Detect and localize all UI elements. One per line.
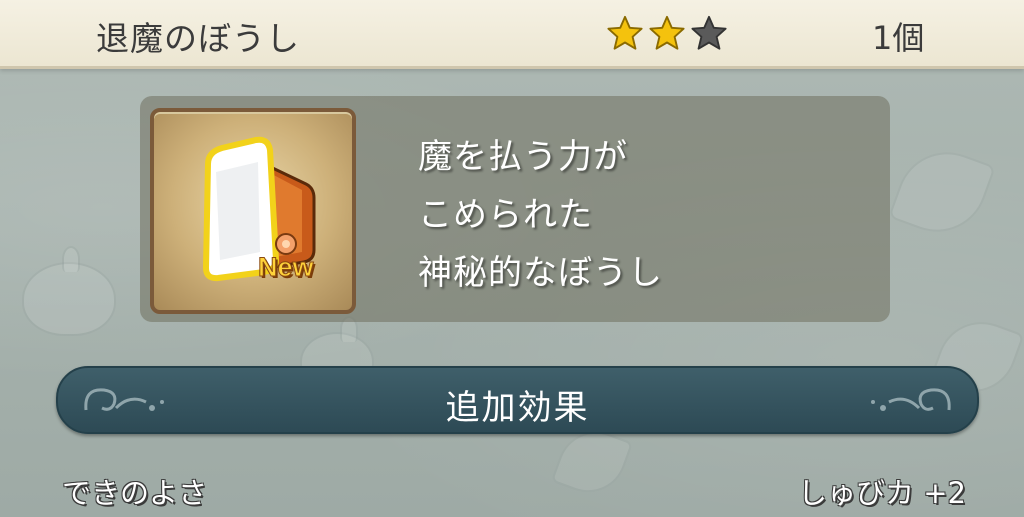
- new-badge: New: [258, 252, 315, 283]
- item-icon-frame: New: [150, 108, 356, 314]
- item-name: 退魔のぼうし: [96, 19, 300, 58]
- description-line: 魔を払う力が: [418, 137, 628, 177]
- description-line: こめられた: [418, 195, 593, 235]
- item-header-bar: 退魔のぼうし 1個: [0, 0, 1024, 69]
- star-empty-icon: [691, 15, 727, 50]
- item-description: 魔を払う力が こめられた 神秘的なぼうし: [418, 128, 663, 302]
- quality-label: できのよさ: [62, 476, 208, 510]
- item-detail-screen: 退魔のぼうし 1個 New 魔を払う力が こめられた 神秘的なぼうし 追加効果 …: [0, 0, 1024, 517]
- additional-effects-banner: 追加効果: [56, 366, 979, 434]
- star-filled-icon: [607, 15, 643, 50]
- item-quantity: 1個: [872, 19, 925, 57]
- defense-bonus-value: しゅびカ +2: [798, 476, 966, 510]
- section-title: 追加効果: [445, 388, 590, 428]
- background-slime-decoration: [22, 246, 116, 336]
- description-line: 神秘的なぼうし: [418, 253, 663, 293]
- scroll-ornament-icon: [871, 388, 951, 411]
- background-leaf-decoration: [888, 138, 996, 246]
- star-filled-icon: [649, 15, 685, 50]
- rarity-stars: [606, 14, 728, 52]
